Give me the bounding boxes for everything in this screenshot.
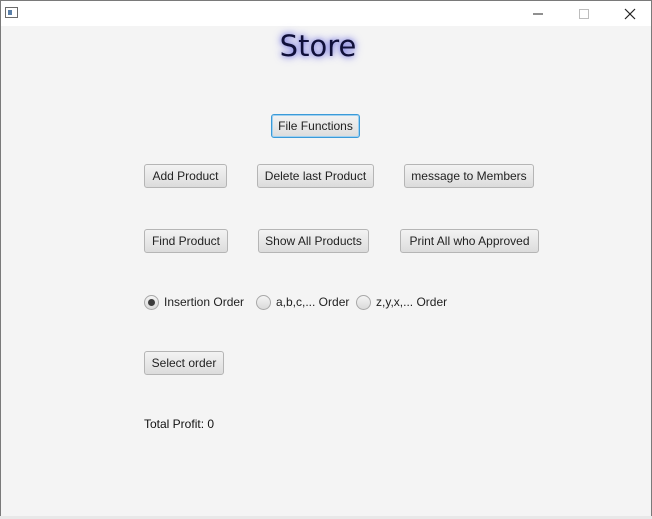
minimize-icon [533,13,543,15]
file-functions-button[interactable]: File Functions [271,114,360,138]
radio-insertion-order[interactable]: Insertion Order [144,293,244,311]
find-product-button[interactable]: Find Product [144,229,228,253]
app-icon [5,7,18,18]
store-window: Store File Functions Add Product Delete … [0,0,652,519]
radio-unchecked-icon[interactable] [256,294,271,310]
page-title: Store [279,29,357,63]
select-order-button[interactable]: Select order [144,351,224,375]
add-product-button[interactable]: Add Product [144,164,227,188]
radio-alphabetical-order[interactable]: a,b,c,... Order [256,293,349,311]
radio-checked-icon[interactable] [144,294,159,310]
maximize-button[interactable] [561,1,607,26]
radio-label: z,y,x,... Order [376,295,448,309]
close-icon [624,8,636,20]
radio-label: Insertion Order [164,295,245,309]
show-all-products-button[interactable]: Show All Products [258,229,369,253]
radio-label: a,b,c,... Order [276,295,350,309]
maximize-icon [579,9,589,19]
title-bar[interactable] [1,1,651,26]
minimize-button[interactable] [515,1,561,26]
print-all-approved-button[interactable]: Print All who Approved [400,229,539,253]
total-profit-label: Total Profit: 0 [144,417,215,431]
message-to-members-button[interactable]: message to Members [404,164,534,188]
delete-last-product-button[interactable]: Delete last Product [257,164,374,188]
radio-reverse-order[interactable]: z,y,x,... Order [356,293,447,311]
radio-unchecked-icon[interactable] [356,294,371,310]
close-button[interactable] [607,1,651,26]
